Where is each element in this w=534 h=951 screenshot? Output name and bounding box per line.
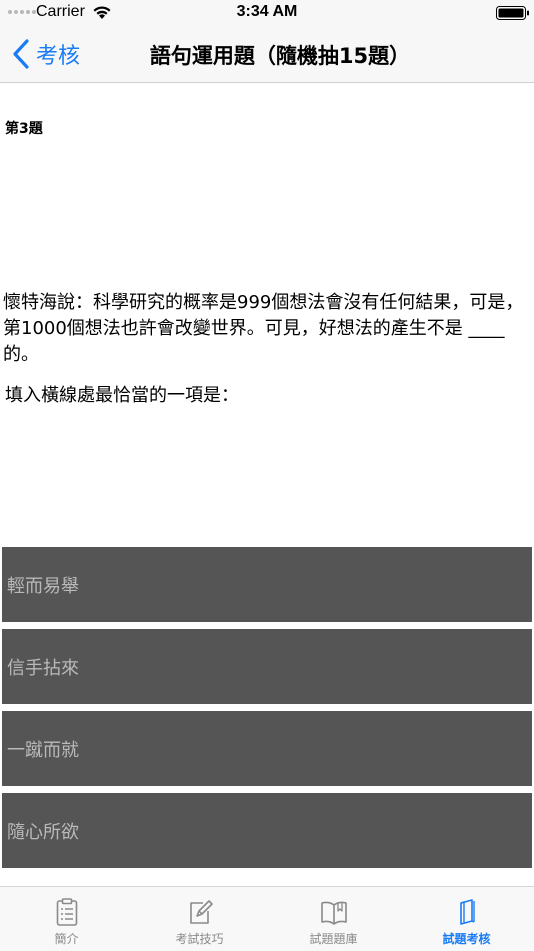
back-button[interactable]: 考核 (12, 38, 80, 70)
question-instruction: 填入橫線處最恰當的一項是： (5, 385, 239, 406)
answer-option-1[interactable]: 輕而易舉 (2, 547, 532, 622)
tab-bar: 簡介 考試技巧 試題題庫 試題考核 (0, 886, 534, 951)
question-text: 懷特海說：科學研究的概率是999個想法會沒有任何結果，可是，第1000個想法也許… (3, 292, 524, 365)
clipboard-icon (56, 898, 77, 926)
answer-option-3[interactable]: 一蹴而就 (2, 711, 532, 786)
back-button-label: 考核 (36, 44, 81, 69)
navigation-bar: 考核 語句運用題（隨機抽15題） (0, 26, 534, 83)
answer-option-label: 一蹴而就 (7, 739, 79, 761)
tab-label: 簡介 (54, 932, 79, 946)
tab-exam-tips[interactable]: 考試技巧 (133, 887, 266, 951)
status-bar: Carrier 3:34 AM (0, 0, 534, 26)
status-time: 3:34 AM (236, 3, 298, 20)
answer-option-2[interactable]: 信手拈來 (2, 629, 532, 704)
edit-icon (189, 900, 213, 924)
answer-options: 輕而易舉 信手拈來 一蹴而就 隨心所欲 (2, 547, 532, 875)
question-number: 第3題 (5, 121, 43, 137)
page-title: 語句運用題（隨機抽15題） (149, 44, 411, 68)
answer-option-label: 信手拈來 (7, 657, 79, 679)
booklet-icon (459, 899, 475, 925)
tab-label: 試題考核 (442, 932, 491, 946)
tab-intro[interactable]: 簡介 (0, 887, 133, 951)
battery-icon (496, 6, 529, 20)
tab-label: 試題題庫 (309, 932, 358, 946)
tab-exam-assessment[interactable]: 試題考核 (400, 887, 533, 951)
chevron-left-icon (13, 39, 29, 69)
tab-label: 考試技巧 (175, 932, 224, 946)
answer-option-label: 輕而易舉 (7, 575, 79, 597)
answer-option-label: 隨心所欲 (7, 821, 79, 843)
book-icon (320, 901, 347, 925)
answer-option-4[interactable]: 隨心所欲 (2, 793, 532, 868)
tab-question-bank[interactable]: 試題題庫 (267, 887, 400, 951)
